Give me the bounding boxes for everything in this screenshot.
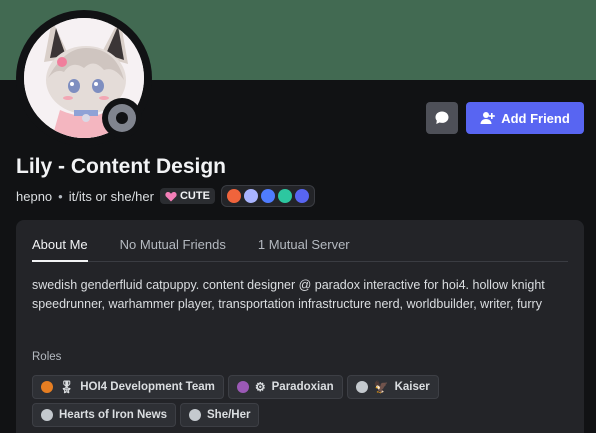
boost-badge-icon[interactable] — [260, 189, 275, 203]
role-color-dot — [355, 381, 368, 393]
roles-list: 🎖 HOI4 Development Team ⚙ Paradoxian 🦅 K… — [32, 375, 552, 427]
role-chip[interactable]: Hearts of Iron News — [32, 403, 176, 427]
role-name: HOI4 Development Team — [80, 381, 215, 393]
role-emblem-icon: ⚙ — [254, 380, 266, 394]
add-friend-button[interactable]: Add Friend — [466, 102, 584, 134]
role-chip[interactable]: She/Her — [180, 403, 260, 427]
display-name: Lily - Content Design — [16, 155, 226, 178]
separator-dot: • — [58, 188, 63, 204]
role-chip[interactable]: 🎖 HOI4 Development Team — [32, 375, 224, 399]
profile-tabs: About Me No Mutual Friends 1 Mutual Serv… — [32, 220, 568, 262]
add-user-icon — [480, 112, 495, 124]
tab-mutual-friends[interactable]: No Mutual Friends — [120, 220, 226, 261]
badge-list — [220, 185, 315, 207]
gear-badge-icon[interactable] — [294, 189, 309, 203]
role-color-dot — [189, 409, 201, 421]
heart-icon — [165, 191, 177, 201]
username[interactable]: hepno — [16, 189, 52, 204]
profile-subline: hepno • it/its or she/her CUTE — [16, 185, 315, 207]
role-name: Paradoxian — [271, 381, 334, 393]
role-color-dot — [41, 409, 53, 421]
nitro-badge-icon[interactable] — [243, 189, 258, 203]
message-button[interactable] — [426, 102, 458, 134]
chat-bubble-icon — [435, 111, 449, 124]
hashtag-badge-icon[interactable] — [277, 189, 292, 203]
roles-heading: Roles — [32, 351, 62, 363]
tab-about-me[interactable]: About Me — [32, 220, 88, 262]
pronouns: it/its or she/her — [68, 188, 154, 204]
status-indicator-center — [116, 112, 128, 124]
role-name: Hearts of Iron News — [59, 409, 167, 421]
tab-mutual-servers[interactable]: 1 Mutual Server — [258, 220, 350, 261]
server-tag-text: CUTE — [179, 190, 210, 202]
role-chip[interactable]: 🦅 Kaiser — [346, 375, 439, 399]
role-chip[interactable]: ⚙ Paradoxian — [227, 375, 343, 399]
role-emblem-icon: 🦅 — [373, 380, 389, 394]
role-name: Kaiser — [394, 381, 430, 393]
add-friend-label: Add Friend — [501, 110, 570, 126]
role-name: She/Her — [207, 409, 251, 421]
about-me-bio: swedish genderfluid catpuppy. content de… — [32, 278, 545, 311]
profile-card: About Me No Mutual Friends 1 Mutual Serv… — [16, 220, 584, 433]
role-color-dot — [41, 381, 53, 393]
hypesquad-badge-icon[interactable] — [226, 189, 241, 203]
role-emblem-icon: 🎖 — [59, 380, 75, 394]
role-color-dot — [236, 381, 249, 393]
server-tag[interactable]: CUTE — [159, 188, 215, 204]
